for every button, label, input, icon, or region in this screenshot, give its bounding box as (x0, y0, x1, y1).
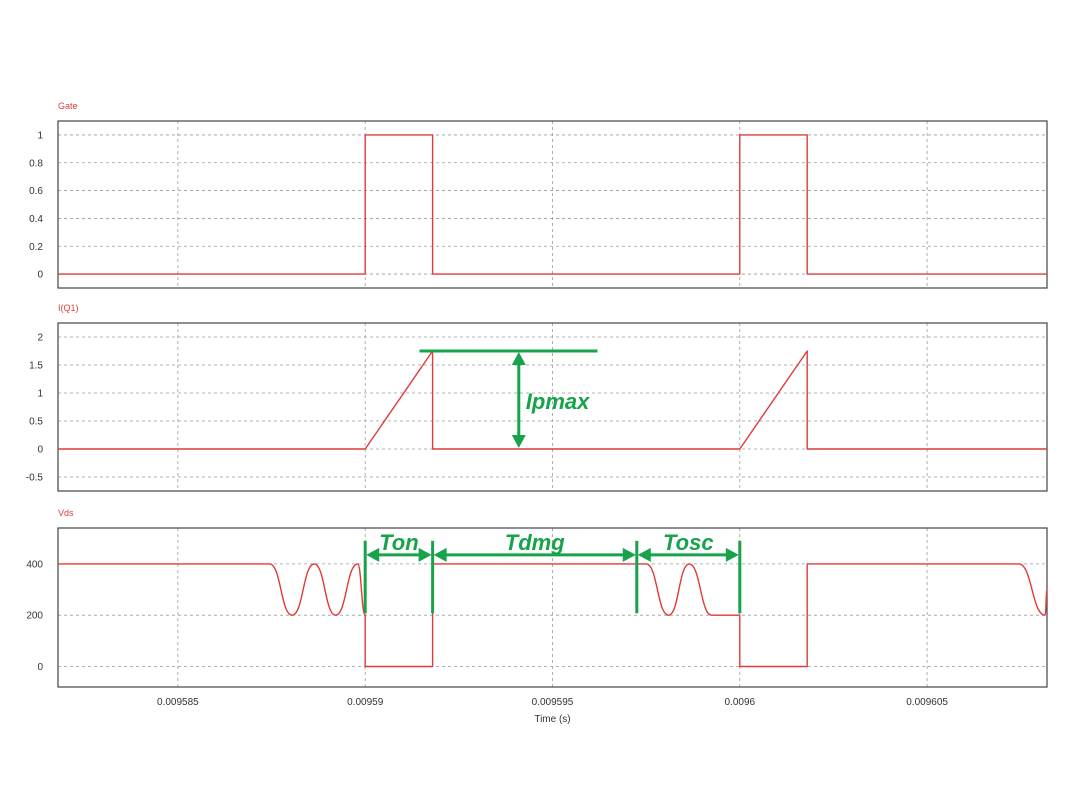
y-tick-label: 400 (26, 559, 43, 570)
arrow-head (725, 547, 739, 562)
x-tick-label: 0.009595 (532, 697, 574, 708)
waveform-chart: Gate 1 0.8 0.6 0.4 0.2 0 I(Q1) 2 1.5 1 0.5 0 -0.5 Vds 4… (26, 101, 1048, 725)
arrow-head (637, 547, 651, 562)
x-tick-label: 0.009605 (906, 697, 948, 708)
x-tick-label: 0.0096 (725, 697, 756, 708)
panel-title: Gate (58, 101, 78, 111)
y-tick-label: 0 (37, 445, 43, 456)
arrow-head (433, 547, 447, 562)
y-tick-label: -0.5 (26, 473, 44, 484)
ipmax-label: Ipmax (526, 389, 590, 414)
y-tick-label: 1.5 (29, 361, 43, 372)
x-axis: 0.009585 0.00959 0.009595 0.0096 0.009605 (157, 697, 948, 708)
panel-title: I(Q1) (58, 303, 79, 313)
y-tick-label: 0 (37, 662, 43, 673)
y-tick-label: 1 (37, 389, 43, 400)
arrow-head (511, 352, 526, 365)
arrow-head (511, 435, 526, 448)
x-tick-label: 0.00959 (347, 697, 384, 708)
y-tick-label: 0 (37, 270, 43, 281)
y-tick-label: 200 (26, 611, 43, 622)
interval-label: Tosc (663, 530, 714, 555)
annotation-ton: Ton (363, 530, 435, 614)
y-tick-label: 1 (37, 130, 43, 141)
panel-0: Gate 1 0.8 0.6 0.4 0.2 0 (29, 101, 1048, 289)
y-tick-label: 2 (37, 333, 43, 344)
x-axis-title: Time (s) (534, 714, 570, 725)
x-tick-label: 0.009585 (157, 697, 199, 708)
y-tick-label: 0.5 (29, 417, 43, 428)
ipmax-annotation: Ipmax (419, 349, 598, 448)
arrow-head (418, 547, 432, 562)
y-tick-label: 0.6 (29, 186, 43, 197)
y-tick-label: 0.4 (29, 214, 43, 225)
interval-label: Tdmg (505, 530, 565, 555)
panel-title: Vds (58, 508, 74, 518)
annotations: Ipmax Ton Tdmg Tosc (363, 349, 742, 614)
arrow-head (622, 547, 636, 562)
interval-label: Ton (379, 530, 419, 555)
annotation-tdmg: Tdmg (433, 530, 639, 614)
arrow-head (366, 547, 380, 562)
y-tick-label: 0.2 (29, 242, 43, 253)
y-tick-label: 0.8 (29, 158, 43, 169)
